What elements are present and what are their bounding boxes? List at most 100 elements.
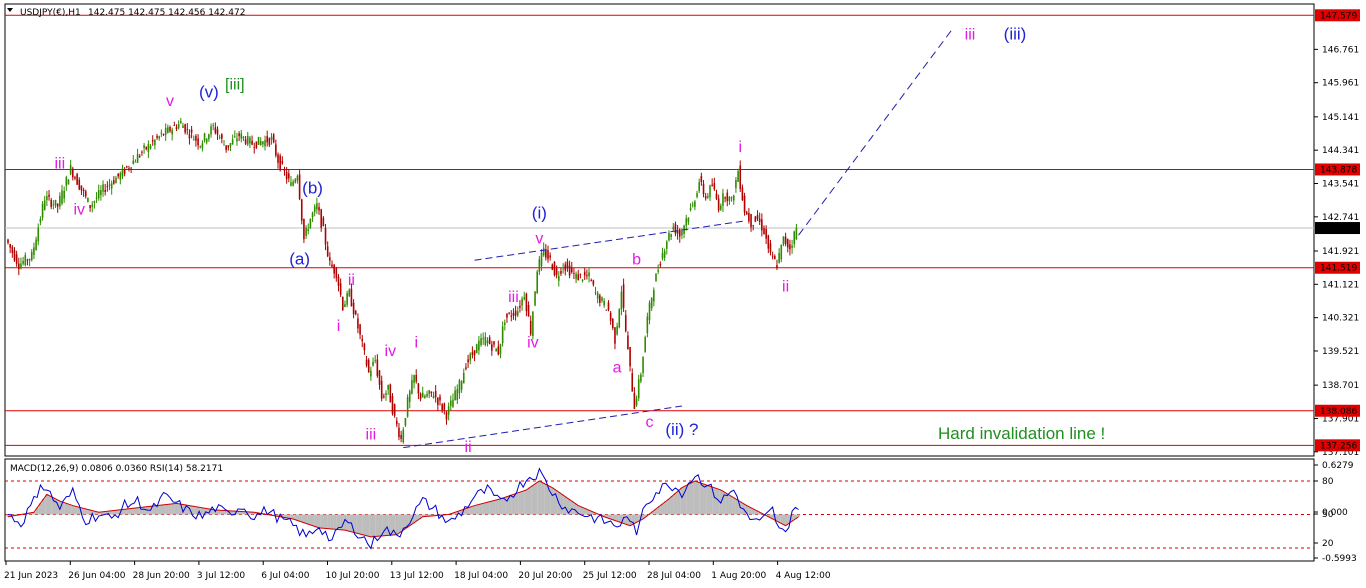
price-bar-body (793, 231, 796, 244)
price-bar-body (33, 247, 35, 255)
indicator-header: MACD(12,26,9) 0.0806 0.0360 RSI(14) 58.2… (10, 464, 223, 474)
price-bar-body (426, 393, 428, 397)
price-bar-body (132, 160, 135, 164)
price-bar-body (249, 137, 251, 144)
price-bar-body (726, 192, 729, 202)
price-bar-body (469, 353, 472, 361)
price-bar-body (18, 263, 20, 270)
price-bar-body (603, 300, 605, 306)
price-bar-body (769, 243, 772, 253)
price-bar-body (380, 380, 383, 399)
price-bar-body (151, 140, 154, 142)
price-bar-body (169, 127, 171, 132)
price-bar-body (201, 143, 204, 149)
price-bar-body (482, 338, 484, 340)
price-bar-body (59, 195, 61, 207)
wave-label: iv (385, 343, 397, 360)
wave-label: (b) (302, 179, 323, 198)
price-bar-body (290, 182, 292, 186)
price-bar-body (188, 134, 191, 139)
price-bar-body (471, 352, 474, 355)
price-bar-body (445, 412, 448, 420)
price-bar-body (596, 292, 599, 299)
price-bar-body (491, 344, 493, 351)
price-bar-body (205, 138, 208, 143)
price-bar-body (687, 217, 690, 223)
price-bar-body (324, 228, 327, 245)
price-bar-body (186, 128, 189, 130)
price-bar-body (106, 185, 109, 187)
price-bar-body (614, 327, 616, 344)
price-bar-body (534, 291, 536, 306)
price-bar-body (113, 180, 115, 184)
price-bar-body (640, 374, 642, 382)
wave-label: v (166, 93, 174, 110)
price-bar-body (588, 272, 590, 277)
price-bar-body (711, 184, 713, 186)
price-bar-body (296, 176, 299, 181)
chart-canvas[interactable]: 146.761 145.961 145.141 144.341 143.541 142.7… (0, 0, 1366, 588)
price-bar-body (439, 396, 441, 401)
price-bar-body (786, 239, 789, 248)
price-bar-body (76, 173, 78, 185)
price-bar-body (387, 384, 389, 390)
price-bar-body (385, 393, 387, 396)
price-bar-body (303, 218, 305, 240)
wave-label: (v) (199, 83, 219, 102)
price-bar-body (558, 276, 560, 281)
y-tick-label: 141.921 (1322, 247, 1359, 257)
y-tick-label: 143.541 (1322, 180, 1359, 190)
price-bar-body (413, 375, 415, 383)
price-bar-body (717, 198, 720, 211)
price-bar-body (344, 304, 346, 308)
price-bar-body (681, 230, 683, 236)
price-bar-body (637, 379, 640, 399)
annotation-text: Hard invalidation line ! (938, 424, 1105, 443)
price-bar-body (218, 137, 221, 139)
price-bar-body (443, 403, 446, 410)
x-tick-label: 28 Jul 04:00 (647, 571, 701, 581)
price-bar-body (292, 181, 294, 186)
price-bar-body (555, 268, 558, 276)
price-bar-body (281, 160, 284, 164)
price-bar-body (259, 141, 262, 146)
price-bar-body (659, 264, 662, 266)
wave-label: b (632, 251, 641, 268)
price-bar-body (264, 140, 266, 147)
price-bar-body (415, 374, 418, 382)
price-bar-body (657, 270, 659, 272)
wave-label: [iii] (225, 76, 245, 93)
price-bar-body (590, 280, 592, 281)
price-bar-body (562, 267, 564, 269)
wave-label: (i) (532, 204, 547, 223)
price-bar-body (424, 395, 426, 398)
price-bar-body (378, 370, 381, 385)
price-bar-body (316, 203, 318, 210)
price-bar-body (661, 253, 664, 259)
price-bar-body (41, 203, 44, 218)
price-bar-body (756, 215, 759, 219)
y-tick-label: 141.121 (1322, 280, 1359, 290)
price-bar-body (389, 384, 392, 403)
price-bar-body (504, 322, 506, 325)
price-bar-body (549, 255, 551, 258)
price-bar-body (607, 302, 610, 311)
price-bar-body (182, 125, 184, 128)
price-bar-body (696, 193, 698, 197)
price-bar-body (452, 399, 454, 408)
price-bar-body (283, 170, 286, 171)
level-price-label: 147.579 (1320, 11, 1357, 21)
x-tick-label: 1 Aug 20:00 (711, 571, 766, 581)
chart-ohlc: 142.475 142.475 142.456 142.472 (88, 8, 245, 18)
x-tick-label: 25 Jul 12:00 (583, 571, 637, 581)
price-bar-body (454, 390, 456, 401)
y-tick-label: 145.961 (1322, 79, 1359, 89)
price-bar-body (460, 381, 463, 390)
price-bar-body (670, 234, 672, 237)
price-bar-body (223, 144, 225, 146)
price-bar-body (87, 197, 89, 203)
price-bar-body (37, 227, 40, 242)
wave-label: iv (527, 335, 539, 352)
price-bar-body (478, 340, 480, 351)
price-bar-body (89, 205, 91, 209)
